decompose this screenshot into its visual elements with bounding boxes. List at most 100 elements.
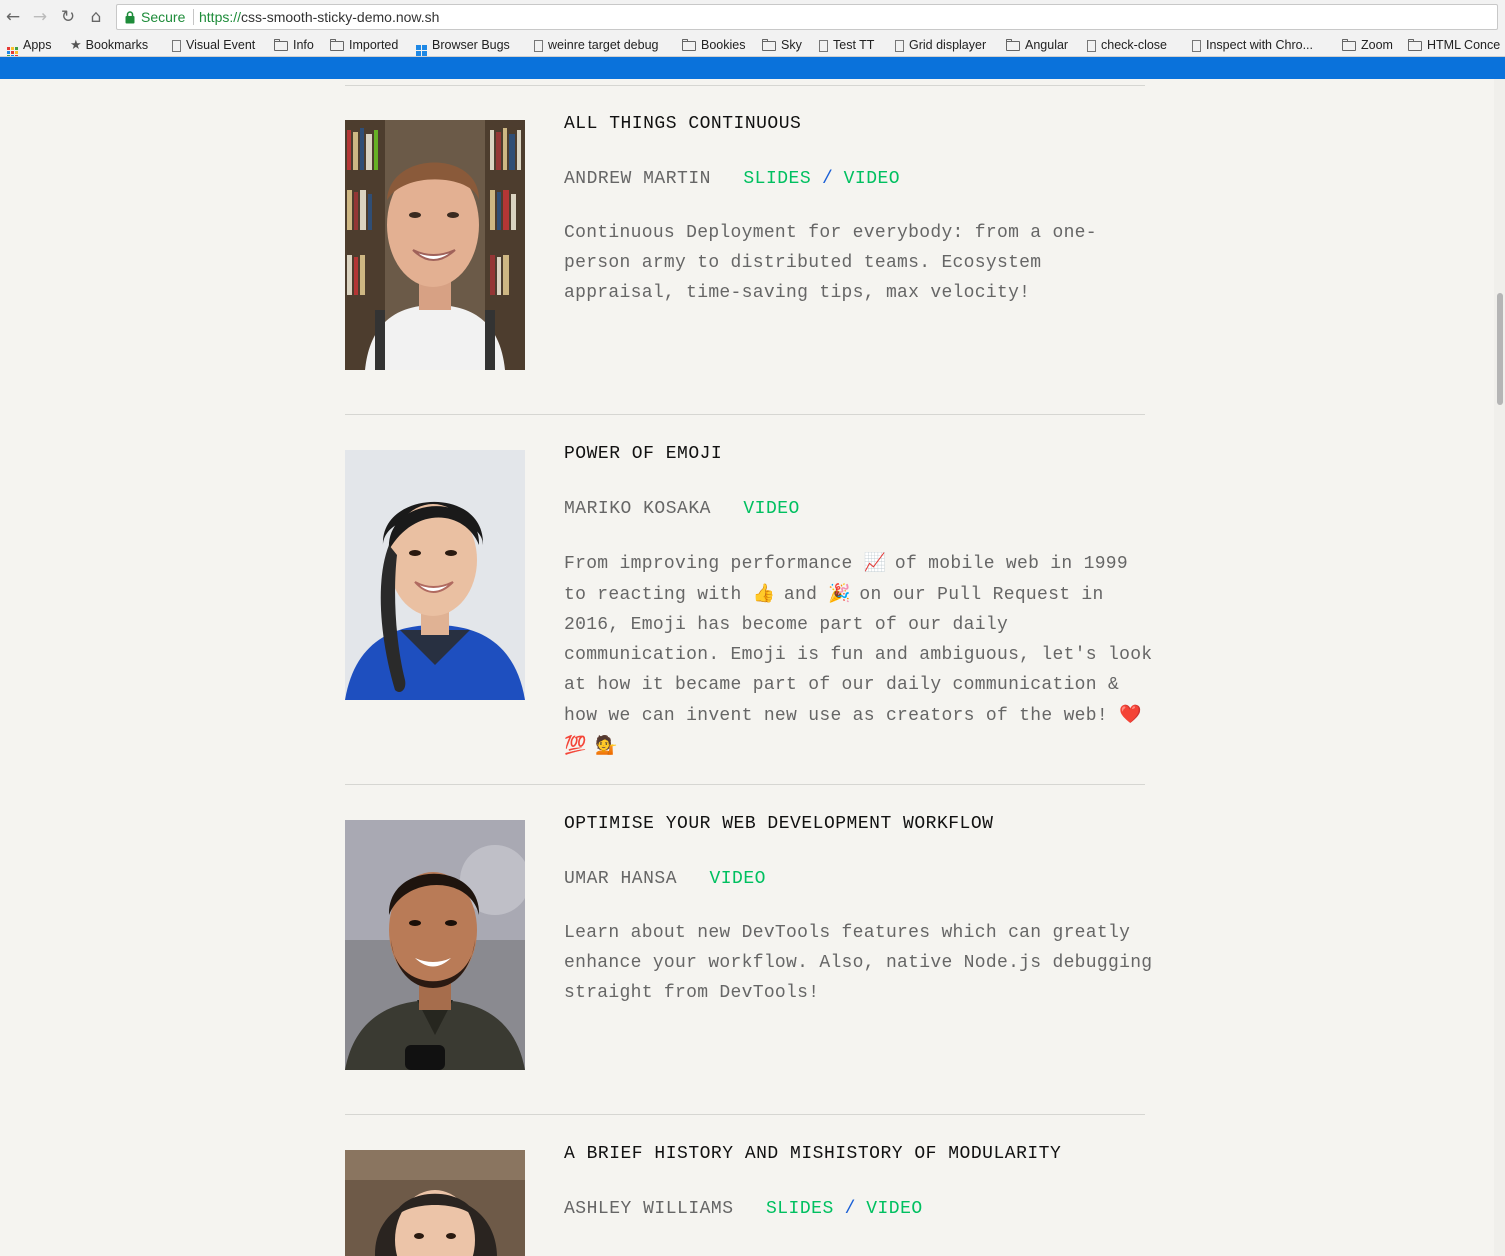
talk-title: POWER OF EMOJI	[564, 444, 723, 464]
desc-text: and	[783, 585, 818, 605]
speaker-photo	[345, 820, 525, 1070]
omnibox-separator	[193, 9, 194, 25]
desc-text: From improving performance	[564, 554, 853, 574]
url-text[interactable]: https://css-smooth-sticky-demo.now.sh	[199, 9, 439, 25]
folder-icon	[274, 39, 288, 51]
folder-icon	[682, 39, 696, 51]
desc-text: of mobile web in 1999	[894, 554, 1129, 574]
talk-meta: UMAR HANSA VIDEO	[564, 869, 766, 889]
bookmark-label: Test TT	[833, 38, 875, 52]
bookmark-browser-bugs[interactable]: Browser Bugs	[416, 37, 510, 56]
bookmark-visual-event[interactable]: Visual Event	[172, 37, 255, 53]
speaker-photo	[345, 450, 525, 700]
desc-text: on our Pull Request in	[859, 585, 1104, 605]
page-icon	[1087, 40, 1096, 52]
slides-link[interactable]: SLIDES	[766, 1199, 834, 1219]
star-icon: ★	[70, 38, 82, 53]
speaker-name: ASHLEY WILLIAMS	[564, 1199, 734, 1219]
bookmark-label: Browser Bugs	[432, 38, 510, 52]
video-link[interactable]: VIDEO	[844, 169, 901, 189]
folder-icon	[762, 39, 776, 51]
bookmark-html-concepts[interactable]: HTML Conce	[1408, 37, 1500, 53]
bookmarks-bar: Apps ★ Bookmarks Visual Event Info Import…	[0, 34, 1505, 57]
bookmark-bookmarks[interactable]: ★ Bookmarks	[70, 37, 148, 53]
bookmark-test-tt[interactable]: Test TT	[819, 37, 874, 53]
bookmark-label: Zoom	[1361, 38, 1393, 52]
bookmark-angular[interactable]: Angular	[1006, 37, 1068, 53]
person-tipping-hand-emoji: 💁	[595, 735, 618, 756]
divider	[345, 414, 1145, 415]
video-link[interactable]: VIDEO	[743, 499, 800, 519]
bookmark-label: weinre target debug	[548, 38, 659, 52]
browser-toolbar: ← → ↻ ⌂ Secure https://css-smooth-sticky…	[0, 0, 1505, 34]
talk-meta: ANDREW MARTIN SLIDES / VIDEO	[564, 169, 900, 189]
bookmark-label: Sky	[781, 38, 802, 52]
divider	[345, 784, 1145, 785]
link-separator: /	[844, 1199, 856, 1219]
reload-icon[interactable]: ↻	[57, 6, 79, 28]
video-link[interactable]: VIDEO	[709, 869, 766, 889]
desc-text: 2016, Emoji has become part of our daily…	[564, 615, 1153, 726]
bookmark-sky[interactable]: Sky	[762, 37, 802, 53]
speaker-name: ANDREW MARTIN	[564, 169, 711, 189]
home-icon[interactable]: ⌂	[85, 6, 107, 28]
hundred-points-emoji: 💯	[564, 735, 587, 756]
sticky-header-bar	[0, 57, 1505, 79]
speaker-photo	[345, 1150, 525, 1256]
video-link[interactable]: VIDEO	[866, 1199, 923, 1219]
thumbs-up-emoji: 👍	[752, 583, 776, 604]
bookmark-zoom[interactable]: Zoom	[1342, 37, 1393, 53]
page-icon	[819, 40, 828, 52]
page-icon	[172, 40, 181, 52]
bookmark-label: Imported	[349, 38, 399, 52]
bookmark-label: Angular	[1025, 38, 1069, 52]
bookmark-inspect-with-chrome[interactable]: Inspect with Chro...	[1192, 37, 1313, 53]
page-icon	[895, 40, 904, 52]
folder-icon	[1408, 39, 1422, 51]
folder-icon	[330, 39, 344, 51]
apps-icon	[7, 47, 18, 56]
party-popper-emoji: 🎉	[828, 583, 851, 604]
talk-description: From improving performance 📈 of mobile w…	[564, 548, 1154, 762]
bookmark-label: Bookmarks	[85, 38, 149, 52]
speaker-name: UMAR HANSA	[564, 869, 678, 889]
address-bar[interactable]: Secure https://css-smooth-sticky-demo.no…	[116, 4, 1498, 30]
folder-icon	[1342, 39, 1356, 51]
bookmark-apps[interactable]: Apps	[7, 37, 52, 56]
bookmark-label: check-close	[1101, 38, 1167, 52]
bookmark-check-close[interactable]: check-close	[1087, 37, 1167, 53]
talk-description: Learn about new DevTools features which …	[564, 923, 1153, 1003]
lock-icon	[125, 11, 135, 24]
talk-meta: ASHLEY WILLIAMS SLIDES / VIDEO	[564, 1199, 923, 1219]
bookmark-label: Info	[293, 38, 314, 52]
bookmark-imported[interactable]: Imported	[330, 37, 398, 53]
divider	[345, 85, 1145, 86]
desc-text: to reacting with	[564, 585, 742, 605]
scrollbar[interactable]	[1494, 79, 1505, 1256]
url-scheme: https://	[199, 9, 242, 25]
bookmark-info[interactable]: Info	[274, 37, 314, 53]
bookmark-label: Visual Event	[186, 38, 256, 52]
bookmark-bookies[interactable]: Bookies	[682, 37, 745, 53]
slides-link[interactable]: SLIDES	[743, 169, 811, 189]
bookmark-label: HTML Conce	[1427, 38, 1501, 52]
windows-icon	[416, 45, 427, 56]
folder-icon	[1006, 39, 1020, 51]
talk-title: A BRIEF HISTORY AND MISHISTORY OF MODULA…	[564, 1144, 1062, 1164]
scrollbar-thumb[interactable]	[1497, 293, 1503, 405]
bookmark-label: Apps	[23, 38, 52, 52]
bookmark-weinre-target-debug[interactable]: weinre target debug	[534, 37, 659, 53]
bookmark-label: Grid displayer	[909, 38, 987, 52]
secure-label: Secure	[141, 9, 186, 25]
red-heart-emoji: ❤️	[1119, 704, 1142, 725]
talk-meta: MARIKO KOSAKA VIDEO	[564, 499, 800, 519]
bookmark-grid-displayer[interactable]: Grid displayer	[895, 37, 986, 53]
back-arrow-icon[interactable]: ←	[2, 6, 24, 28]
page-icon	[1192, 40, 1201, 52]
talk-title: OPTIMISE YOUR WEB DEVELOPMENT WORKFLOW	[564, 814, 994, 834]
forward-arrow-icon[interactable]: →	[29, 6, 51, 28]
bookmark-label: Inspect with Chro...	[1206, 38, 1313, 52]
link-separator: /	[821, 169, 833, 189]
divider	[345, 1114, 1145, 1115]
url-host: css-smooth-sticky-demo.now.sh	[241, 9, 440, 25]
